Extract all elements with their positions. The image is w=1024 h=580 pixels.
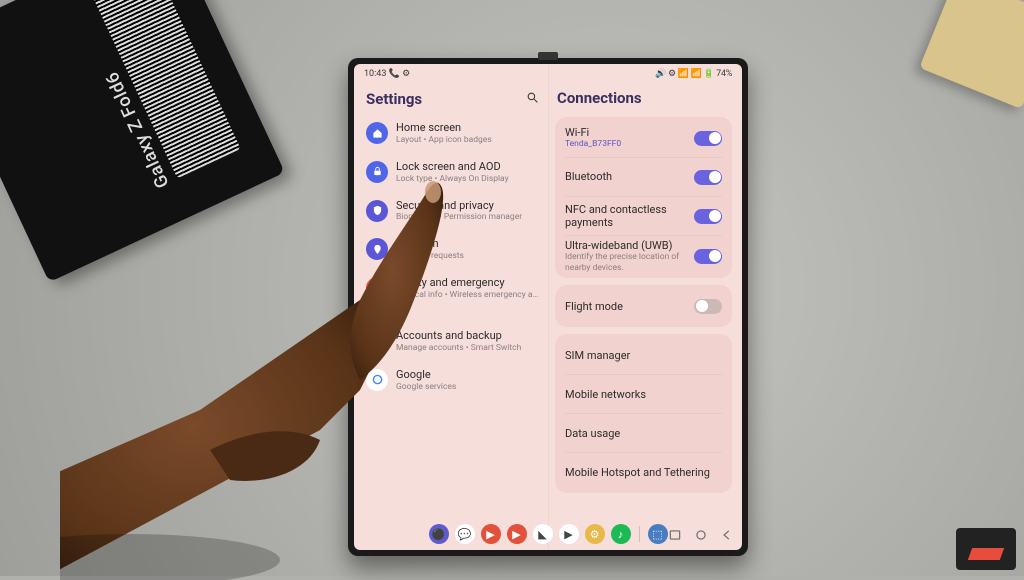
connection-row-title: Wi-Fi	[565, 126, 688, 139]
connection-row-nfc[interactable]: NFC and contactless payments	[565, 196, 722, 235]
cloud-icon	[366, 330, 388, 352]
lock-icon	[366, 161, 388, 183]
sos-icon	[366, 277, 388, 299]
settings-item-title: Lock screen and AOD	[396, 160, 539, 174]
status-right-icons: 🔊 ⚙ 📶 📶 🔋 74%	[655, 69, 732, 79]
settings-item-cloud[interactable]: Accounts and backupManage accounts • Sma…	[364, 326, 541, 357]
settings-item-sub: Google services	[396, 382, 539, 393]
connection-row-mobile-networks[interactable]: Mobile networks	[565, 374, 722, 413]
status-left-icons: 📞 ⚙	[389, 69, 411, 79]
settings-pane: Settings Home screenLayout • App icon ba…	[354, 83, 549, 518]
pin-icon	[366, 238, 388, 260]
taskbar-app-youtube[interactable]: ▶	[507, 524, 527, 544]
settings-item-google[interactable]: GoogleGoogle services	[364, 365, 541, 396]
taskbar-divider	[639, 526, 640, 542]
connection-row-sim-manager[interactable]: SIM manager	[565, 336, 722, 374]
settings-item-pin[interactable]: LocationLocation requests	[364, 234, 541, 265]
settings-item-title: Accounts and backup	[396, 329, 539, 343]
connections-title: Connections	[557, 89, 642, 107]
settings-item-title: Location	[396, 237, 539, 251]
taskbar-app-messages[interactable]: 💬	[455, 524, 475, 544]
connection-row-uwb[interactable]: Ultra-wideband (UWB)Identify the precise…	[565, 235, 722, 276]
taskbar-app-play-store[interactable]: ▶	[559, 524, 579, 544]
prop-object	[919, 0, 1024, 109]
connection-row-title: Mobile networks	[565, 388, 716, 401]
home-icon	[366, 122, 388, 144]
connection-row-title: NFC and contactless payments	[565, 203, 688, 229]
settings-item-sos[interactable]: Safety and emergencyMedical info • Wirel…	[364, 273, 541, 304]
bluetooth-toggle[interactable]	[694, 170, 722, 185]
nfc-toggle[interactable]	[694, 209, 722, 224]
settings-item-shield[interactable]: Security and privacyBiometrics • Permiss…	[364, 196, 541, 227]
wifi-toggle[interactable]	[694, 131, 722, 146]
taskbar-app-spotify[interactable]: ♪	[611, 524, 631, 544]
settings-item-home[interactable]: Home screenLayout • App icon badges	[364, 118, 541, 149]
nav-back-icon[interactable]	[720, 527, 734, 541]
uwb-toggle[interactable]	[694, 249, 722, 264]
google-icon	[366, 369, 388, 391]
taskbar-app-finder[interactable]: ⚫	[429, 524, 449, 544]
taskbar: ⚫ 💬 ▶ ▶ ◣ ▶ ⚙ ♪ ⬚	[354, 518, 742, 550]
device-hinge	[538, 52, 558, 60]
settings-item-sub: Manage accounts • Smart Switch	[396, 343, 539, 354]
status-bar: 10:43 📞 ⚙ 🔊 ⚙ 📶 📶 🔋 74%	[354, 64, 742, 83]
settings-item-sub: Biometrics • Permission manager	[396, 212, 539, 223]
settings-item-title: Safety and emergency	[396, 276, 539, 290]
nav-recents-icon[interactable]	[668, 527, 682, 541]
connection-row-title: SIM manager	[565, 349, 716, 362]
connection-row-title: Bluetooth	[565, 170, 688, 183]
settings-item-title: Security and privacy	[396, 199, 539, 213]
settings-item-sub: Medical info • Wireless emergency alerts	[396, 290, 539, 301]
settings-item-title: Google	[396, 368, 539, 382]
shield-icon	[366, 200, 388, 222]
settings-title: Settings	[366, 90, 422, 108]
connection-row-title: Data usage	[565, 427, 716, 440]
nav-home-icon[interactable]	[694, 527, 708, 541]
flight-mode-toggle[interactable]	[694, 299, 722, 314]
settings-item-title: Home screen	[396, 121, 539, 135]
settings-item-sub: Layout • App icon badges	[396, 135, 539, 146]
taskbar-app-youtube-music[interactable]: ▶	[481, 524, 501, 544]
search-icon[interactable]	[526, 89, 539, 108]
connection-row-data-usage[interactable]: Data usage	[565, 413, 722, 452]
status-time: 10:43 📞 ⚙	[364, 69, 410, 79]
connection-row-bluetooth[interactable]: Bluetooth	[565, 157, 722, 196]
connection-row-title: Ultra-wideband (UWB)	[565, 239, 688, 252]
connection-row-wifi[interactable]: Wi-FiTenda_B73FF0	[565, 119, 722, 157]
taskbar-app-settings[interactable]: ⚙	[585, 524, 605, 544]
screen: 10:43 📞 ⚙ 🔊 ⚙ 📶 📶 🔋 74% Settings Home sc…	[354, 64, 742, 550]
settings-item-sub: Lock type • Always On Display	[396, 174, 539, 185]
taskbar-app-quick-panel[interactable]: ⬚	[648, 524, 668, 544]
taskbar-app-gallery[interactable]: ◣	[533, 524, 553, 544]
settings-item-lock[interactable]: Lock screen and AODLock type • Always On…	[364, 157, 541, 188]
connection-row-sub: Tenda_B73FF0	[565, 139, 688, 150]
connection-row-flight-mode[interactable]: Flight mode	[565, 287, 722, 325]
connection-row-title: Mobile Hotspot and Tethering	[565, 466, 716, 479]
device-frame: 10:43 📞 ⚙ 🔊 ⚙ 📶 📶 🔋 74% Settings Home sc…	[348, 58, 748, 556]
connection-row-sub: Identify the precise location of nearby …	[565, 252, 688, 273]
connection-row-title: Flight mode	[565, 300, 688, 313]
product-box: Galaxy Z Fold6	[0, 0, 285, 282]
channel-logo	[956, 528, 1016, 570]
connection-row-hotspot[interactable]: Mobile Hotspot and Tethering	[565, 452, 722, 491]
connections-pane: Connections Wi-FiTenda_B73FF0 Bluetooth NF…	[549, 83, 742, 518]
settings-item-sub: Location requests	[396, 251, 539, 262]
